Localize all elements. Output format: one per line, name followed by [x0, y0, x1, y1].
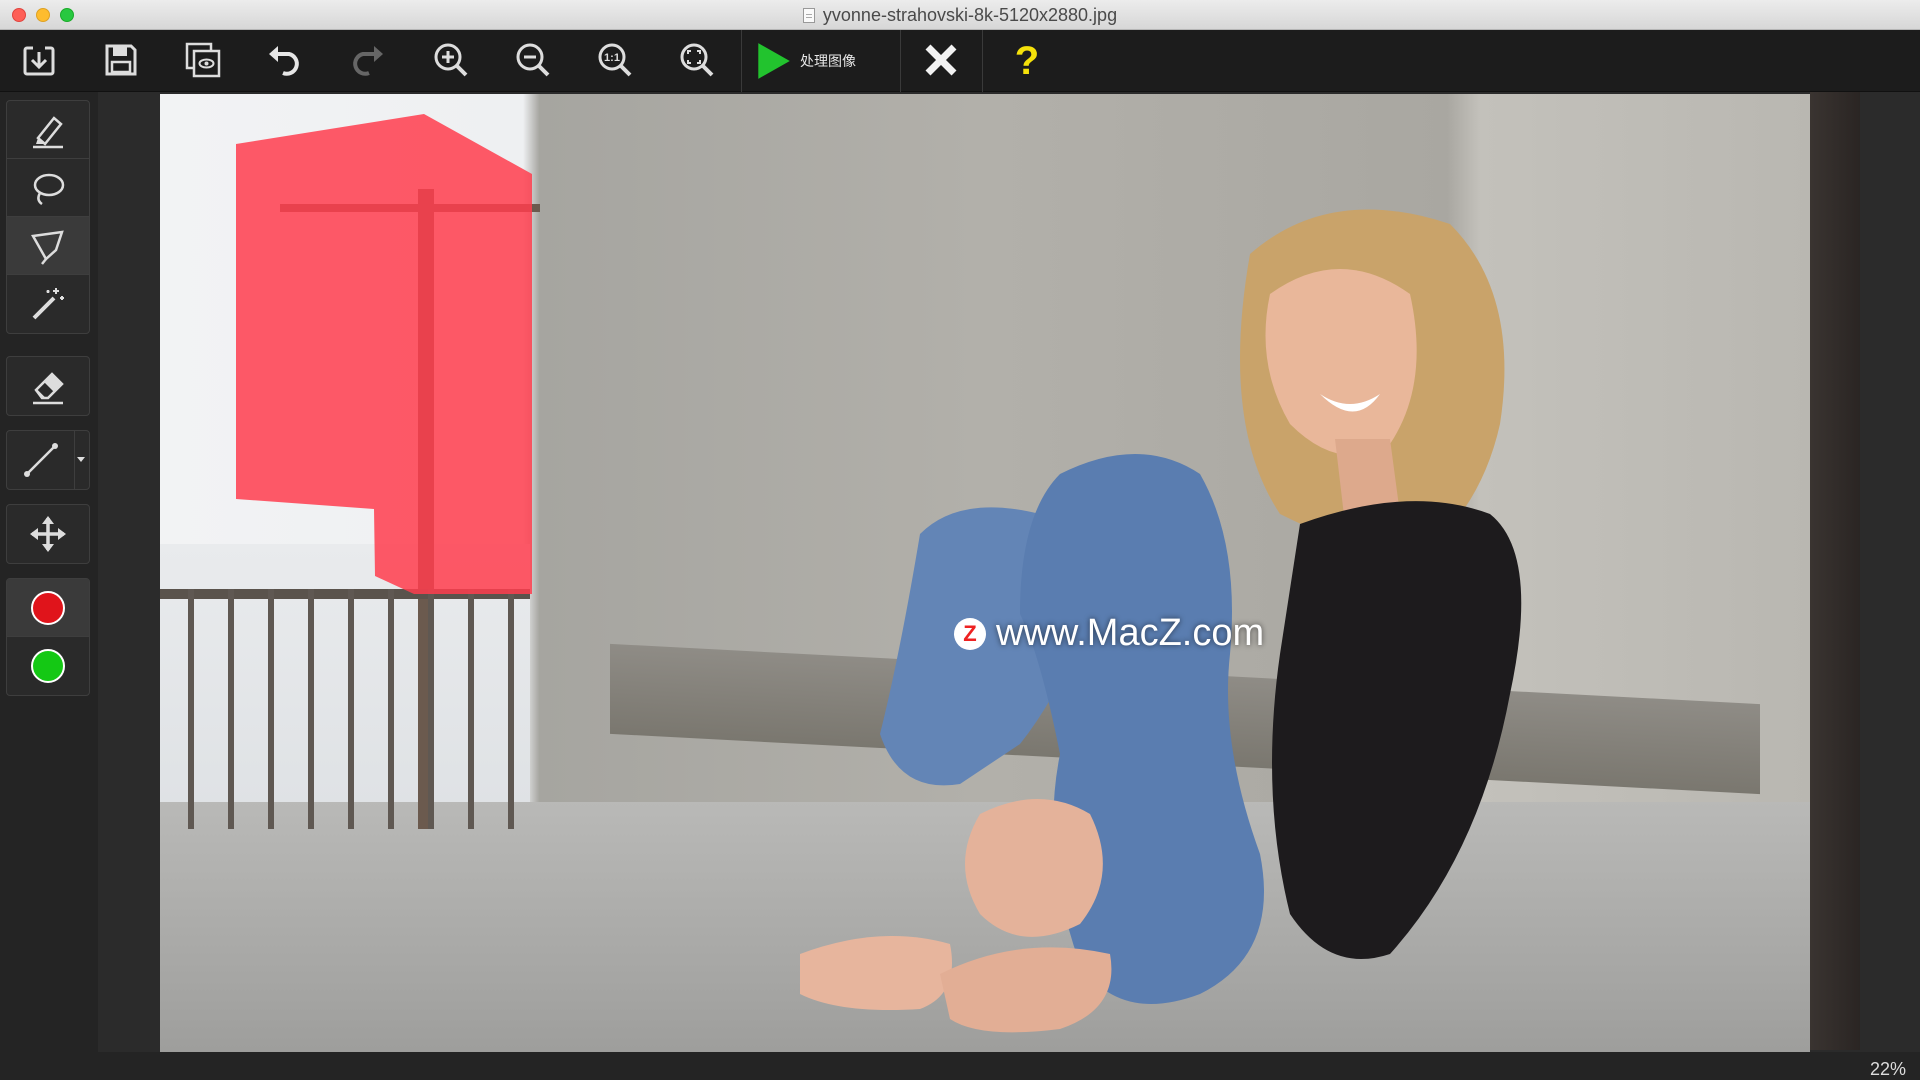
- status-bar: 22%: [0, 1052, 1920, 1080]
- zoom-in-button[interactable]: [428, 37, 474, 83]
- image-canvas[interactable]: Z www.MacZ.com: [160, 94, 1810, 1052]
- watermark-logo: Z: [954, 617, 986, 650]
- dropdown-divider: [74, 431, 75, 489]
- magic-wand-tool[interactable]: [7, 275, 89, 333]
- fit-screen-icon: [680, 43, 714, 77]
- actual-size-icon: 1:1: [598, 43, 632, 77]
- tool-panel: [0, 92, 98, 1052]
- import-icon: [23, 44, 55, 76]
- move-tool[interactable]: [7, 505, 89, 563]
- redo-icon: [353, 46, 383, 76]
- eraser-tool-group: [6, 356, 90, 416]
- actual-size-button[interactable]: 1:1: [592, 37, 638, 83]
- undo-button[interactable]: [262, 37, 308, 83]
- line-tool-group: [6, 430, 90, 490]
- preview-button[interactable]: [180, 37, 226, 83]
- selection-tools-group: [6, 100, 90, 334]
- watermark: Z www.MacZ.com: [954, 612, 1264, 655]
- save-button[interactable]: [98, 37, 144, 83]
- process-image-button[interactable]: 处理图像: [752, 38, 856, 84]
- redo-button[interactable]: [344, 37, 390, 83]
- lasso-tool[interactable]: [7, 159, 89, 217]
- polygon-lasso-tool[interactable]: [7, 217, 89, 275]
- fit-screen-button[interactable]: [674, 37, 720, 83]
- chevron-down-icon[interactable]: [77, 457, 85, 462]
- toolbar-separator: [900, 30, 901, 92]
- title-container: yvonne-strahovski-8k-5120x2880.jpg: [0, 0, 1920, 30]
- zoom-in-icon: [434, 43, 468, 77]
- line-tool[interactable]: [7, 431, 89, 489]
- eraser-tool[interactable]: [7, 357, 89, 415]
- help-icon: ?: [1015, 40, 1039, 80]
- zoom-level: 22%: [1869, 1059, 1906, 1079]
- selection-mask: [236, 114, 532, 594]
- zoom-out-button[interactable]: [510, 37, 556, 83]
- keep-color-button[interactable]: [7, 637, 89, 695]
- magic-wand-icon: [32, 288, 64, 320]
- document-icon: [802, 7, 815, 23]
- toolbar-separator: [982, 30, 983, 92]
- title-bar: yvonne-strahovski-8k-5120x2880.jpg: [0, 0, 1920, 30]
- zoom-out-icon: [516, 43, 550, 77]
- marker-tool[interactable]: [7, 101, 89, 159]
- polygon-lasso-icon: [31, 229, 64, 265]
- watermark-text: www.MacZ.com: [996, 612, 1265, 654]
- window-title: yvonne-strahovski-8k-5120x2880.jpg: [822, 4, 1118, 25]
- actual-size-label: 1:1: [604, 52, 620, 64]
- preview-icon: [185, 42, 221, 78]
- main-toolbar: 1:1 处理图像 ?: [0, 30, 1920, 92]
- image-edge-shadow: [1810, 92, 1860, 1050]
- close-icon: [925, 44, 957, 76]
- mask-color-group: [6, 578, 90, 696]
- help-label: ?: [1015, 40, 1039, 80]
- cancel-button[interactable]: [918, 37, 964, 83]
- green-color-swatch: [31, 649, 65, 683]
- save-icon: [105, 44, 137, 76]
- toolbar-separator: [741, 30, 742, 92]
- move-icon: [30, 516, 66, 552]
- eraser-icon: [33, 372, 64, 405]
- help-button[interactable]: ?: [1004, 37, 1050, 83]
- remove-color-button[interactable]: [7, 579, 89, 637]
- line-icon: [24, 443, 58, 477]
- import-button[interactable]: [16, 37, 62, 83]
- marker-icon: [33, 115, 63, 148]
- play-icon: [758, 43, 790, 79]
- lasso-icon: [33, 173, 65, 205]
- process-image-label: 处理图像: [800, 53, 856, 69]
- canvas-area[interactable]: Z www.MacZ.com: [98, 92, 1920, 1052]
- undo-icon: [269, 46, 299, 76]
- move-tool-group: [6, 504, 90, 564]
- red-color-swatch: [31, 590, 65, 625]
